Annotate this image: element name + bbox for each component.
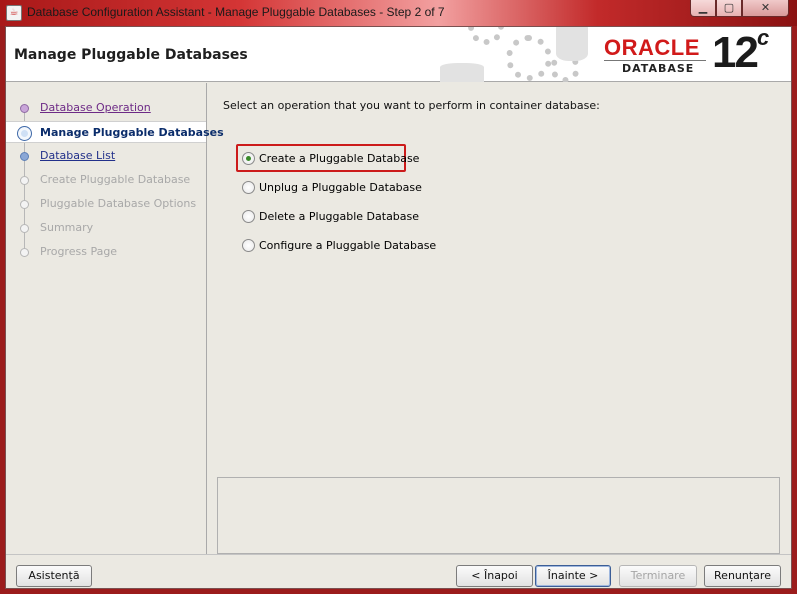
step-label[interactable]: Database Operation xyxy=(40,101,151,114)
step-label: Create Pluggable Database xyxy=(40,173,191,186)
radio-button[interactable] xyxy=(242,210,255,223)
step-label[interactable]: Database List xyxy=(40,149,115,162)
step-pending-icon xyxy=(20,176,29,185)
header-banner: Manage Pluggable Databases ORACLE DATABA… xyxy=(6,25,791,82)
window-title: Database Configuration Assistant - Manag… xyxy=(27,5,445,19)
step-pluggable-database-options: Pluggable Database Options xyxy=(6,193,206,215)
step-summary: Summary xyxy=(6,217,206,239)
operation-prompt: Select an operation that you want to per… xyxy=(223,99,600,112)
radio-button[interactable] xyxy=(242,181,255,194)
logo-divider xyxy=(604,60,706,61)
step-visited-icon xyxy=(20,104,29,113)
version-logo: 12c xyxy=(712,25,769,78)
cancel-button[interactable]: Renunțare xyxy=(704,565,781,587)
step-manage-pluggable-databases[interactable]: Manage Pluggable Databases xyxy=(6,121,224,143)
step-pending-icon xyxy=(20,224,29,233)
oracle-logo: ORACLE xyxy=(604,35,700,60)
oracle-logo-subtitle: DATABASE xyxy=(622,62,695,75)
option-configure-pdb[interactable]: Configure a Pluggable Database xyxy=(241,236,436,256)
close-button[interactable]: ✕ xyxy=(742,0,789,17)
step-label: Progress Page xyxy=(40,245,118,258)
step-label: Pluggable Database Options xyxy=(40,197,197,210)
step-database-list[interactable]: Database List xyxy=(6,145,206,167)
finish-button: Terminare xyxy=(619,565,697,587)
main-panel: Select an operation that you want to per… xyxy=(208,83,791,554)
button-bar: Asistență < Înapoi Înainte > Terminare R… xyxy=(6,554,791,588)
minimize-button[interactable]: ▁ xyxy=(690,0,716,17)
details-panel xyxy=(217,477,780,554)
next-button[interactable]: Înainte > xyxy=(535,565,611,587)
step-pending-icon xyxy=(20,200,29,209)
radio-button[interactable] xyxy=(242,239,255,252)
step-label: Manage Pluggable Databases xyxy=(40,126,224,139)
step-progress-page: Progress Page xyxy=(6,241,206,263)
option-delete-pdb[interactable]: Delete a Pluggable Database xyxy=(241,207,421,227)
help-button[interactable]: Asistență xyxy=(16,565,92,587)
step-database-operation[interactable]: Database Operation xyxy=(6,97,206,119)
step-pending-icon xyxy=(20,248,29,257)
step-label: Summary xyxy=(40,221,94,234)
back-button[interactable]: < Înapoi xyxy=(456,565,533,587)
option-unplug-pdb[interactable]: Unplug a Pluggable Database xyxy=(241,178,422,198)
option-label[interactable]: Configure a Pluggable Database xyxy=(259,239,436,252)
option-label[interactable]: Unplug a Pluggable Database xyxy=(259,181,422,194)
page-title: Manage Pluggable Databases xyxy=(14,47,248,63)
window-title-bar[interactable]: ☕ Database Configuration Assistant - Man… xyxy=(0,0,797,26)
option-label[interactable]: Create a Pluggable Database xyxy=(259,152,419,165)
step-current-icon xyxy=(17,126,32,141)
dialog-window: Manage Pluggable Databases ORACLE DATABA… xyxy=(5,25,792,589)
version-number: 12 xyxy=(712,28,759,77)
steps-navigation: Database Operation Manage Pluggable Data… xyxy=(6,83,224,554)
step-available-icon xyxy=(20,152,29,161)
java-cup-icon: ☕ xyxy=(6,5,22,21)
gears-decoration-icon xyxy=(438,27,588,82)
step-create-pluggable-database: Create Pluggable Database xyxy=(6,169,206,191)
option-create-pdb[interactable]: Create a Pluggable Database xyxy=(241,149,421,169)
version-suffix: c xyxy=(756,25,769,51)
option-label[interactable]: Delete a Pluggable Database xyxy=(259,210,419,223)
radio-button[interactable] xyxy=(242,152,255,165)
maximize-button[interactable]: ▢ xyxy=(716,0,742,17)
